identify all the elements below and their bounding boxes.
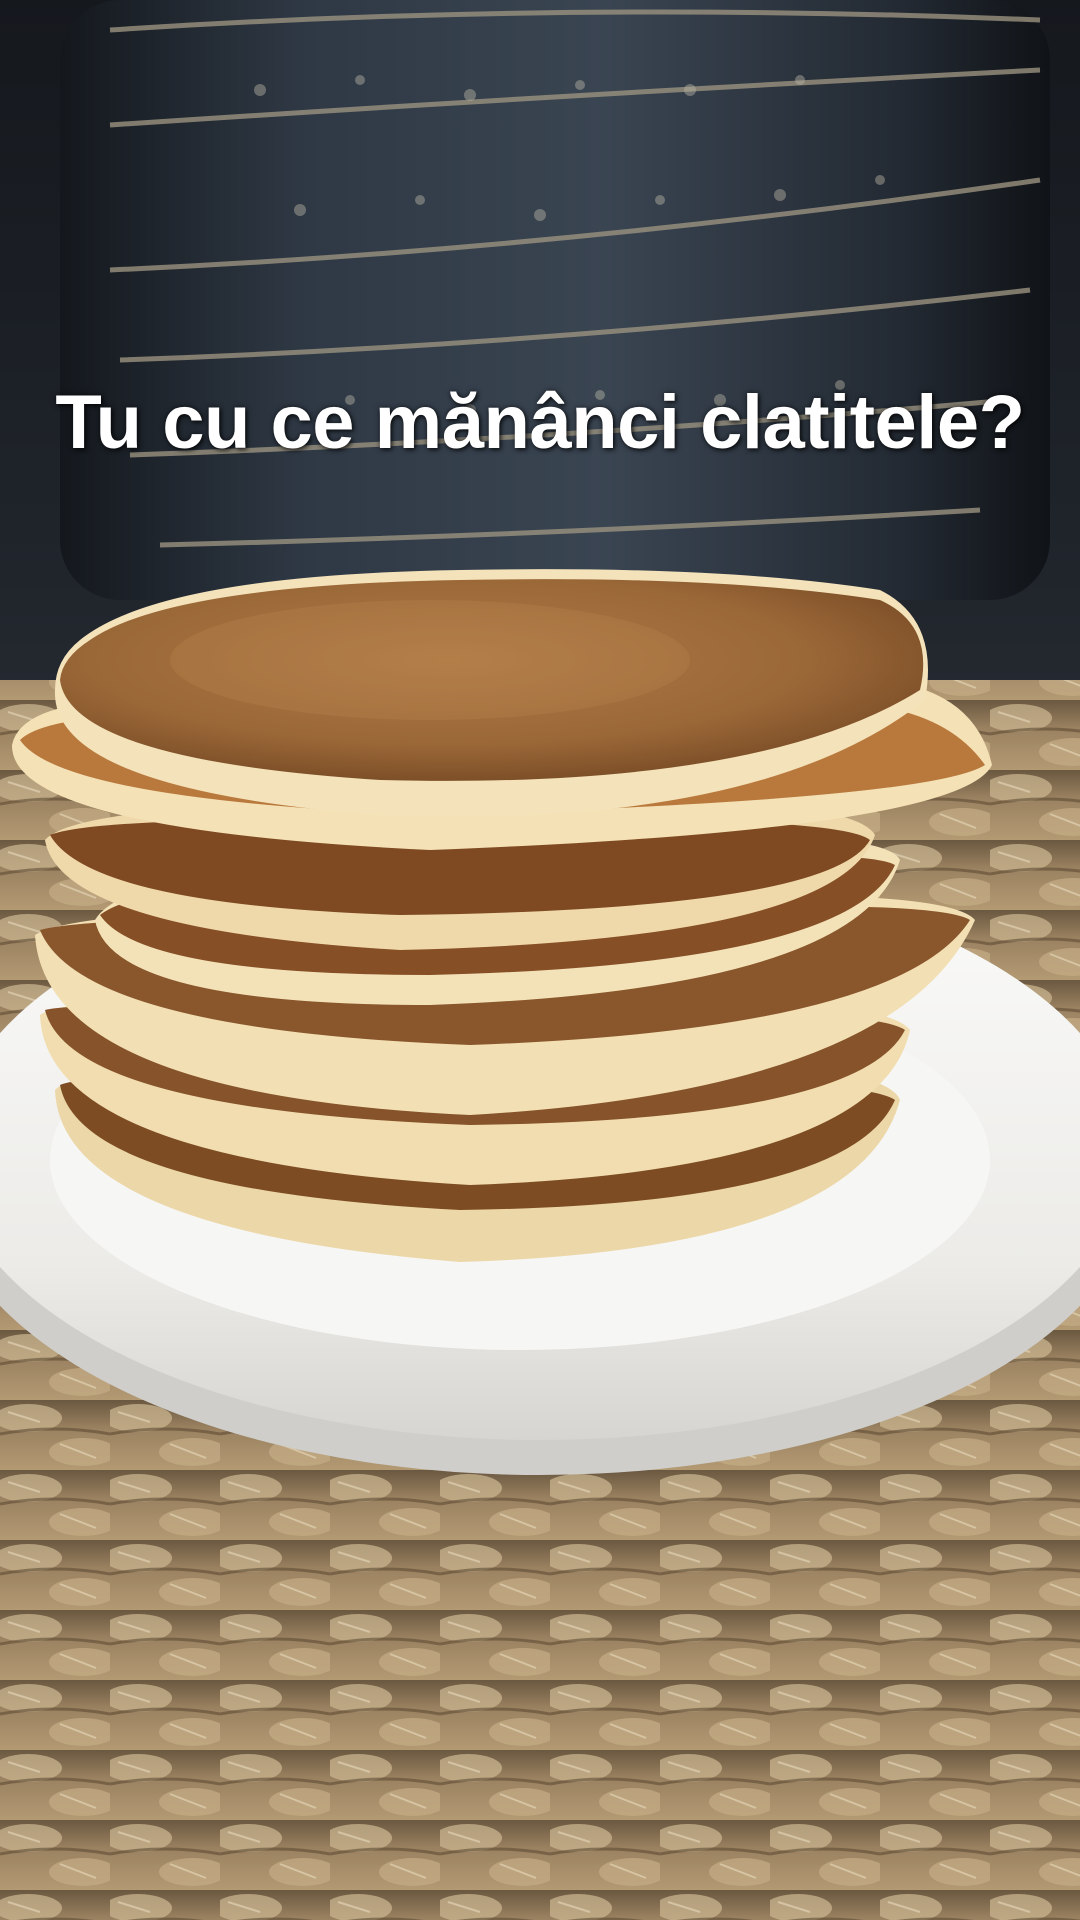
pot-icon [60, 0, 1050, 600]
pancake-stack-icon [11, 569, 992, 1262]
photo-background [0, 0, 1080, 1920]
video-frame: Tu cu ce mănânci clatitele? [0, 0, 1080, 1920]
caption-text: Tu cu ce mănânci clatitele? [55, 380, 1025, 465]
